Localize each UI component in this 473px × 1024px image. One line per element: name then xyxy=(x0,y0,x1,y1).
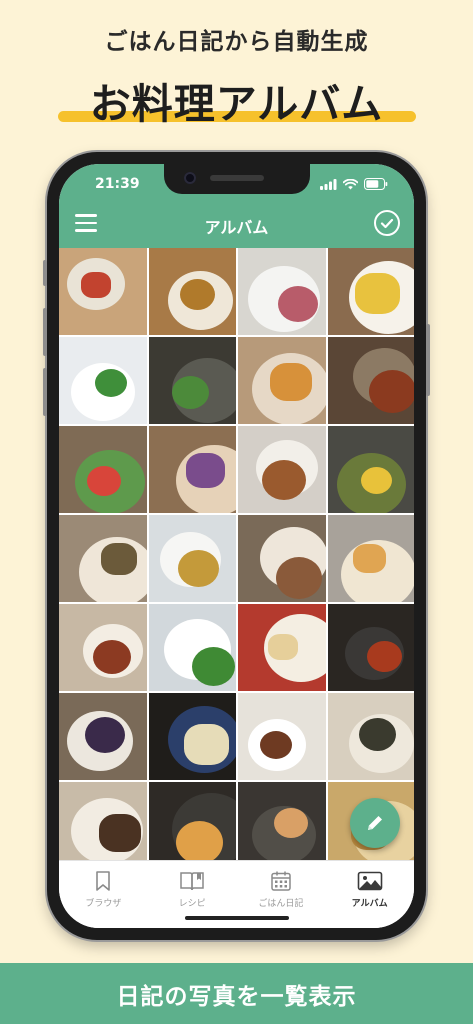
tab-diary-label: ごはん日記 xyxy=(258,899,304,909)
photo-food xyxy=(179,279,215,310)
album-photo[interactable] xyxy=(238,337,326,424)
album-photo[interactable] xyxy=(148,515,236,602)
album-photo[interactable] xyxy=(148,426,236,513)
photo-food xyxy=(95,369,127,397)
notch xyxy=(164,164,310,194)
photo-food xyxy=(368,370,414,413)
album-photo[interactable] xyxy=(59,693,147,780)
photo-food xyxy=(358,718,396,751)
album-photo[interactable] xyxy=(327,248,414,335)
signal-icon xyxy=(320,178,337,190)
wifi-icon xyxy=(343,178,358,189)
photo-food xyxy=(171,376,209,409)
tab-album-label: アルバム xyxy=(351,899,388,909)
promo-footer-band: 日記の写真を一覧表示 xyxy=(0,963,473,1024)
album-photo[interactable] xyxy=(238,604,326,691)
earpiece-speaker xyxy=(210,175,264,181)
photo-food xyxy=(260,731,292,759)
album-photo[interactable] xyxy=(327,337,414,424)
edit-button[interactable] xyxy=(350,798,400,848)
front-camera xyxy=(184,172,196,184)
photo-food xyxy=(87,466,121,496)
volume-down-button xyxy=(43,368,47,416)
album-photo[interactable] xyxy=(148,782,236,860)
home-indicator xyxy=(185,916,289,920)
album-photo[interactable] xyxy=(148,337,236,424)
album-photo[interactable] xyxy=(59,782,147,860)
album-photo[interactable] xyxy=(238,693,326,780)
album-photo[interactable] xyxy=(327,604,414,691)
silent-switch xyxy=(43,260,47,286)
tab-browser[interactable]: ブラウザ xyxy=(59,861,148,928)
calendar-icon xyxy=(271,871,291,891)
promo-title: お料理アルバム xyxy=(89,80,384,128)
photo-food xyxy=(191,647,235,686)
photo-food xyxy=(93,640,131,674)
photo-grid xyxy=(59,248,414,860)
album-photo[interactable] xyxy=(148,248,236,335)
app-screen: 21:39 アルバム ブラウザ レシピ ごはん日記 アルバム xyxy=(59,164,414,928)
photo-food xyxy=(276,557,322,599)
photo-food xyxy=(270,363,312,401)
tab-recipe-label: レシピ xyxy=(178,899,206,909)
album-photo[interactable] xyxy=(238,248,326,335)
photo-food xyxy=(99,814,141,852)
album-photo[interactable] xyxy=(59,248,147,335)
tab-album[interactable]: アルバム xyxy=(325,861,414,928)
power-button xyxy=(426,324,430,396)
album-photo[interactable] xyxy=(238,782,326,860)
album-photo[interactable] xyxy=(148,693,236,780)
tab-browser-label: ブラウザ xyxy=(85,899,122,909)
photo-food xyxy=(262,460,306,500)
album-photo[interactable] xyxy=(59,337,147,424)
promo-footer-text: 日記の写真を一覧表示 xyxy=(116,983,357,1010)
photo-food xyxy=(268,634,298,660)
photo-food xyxy=(81,272,111,298)
photo-food xyxy=(278,286,318,322)
photo-food xyxy=(183,724,229,765)
status-time: 21:39 xyxy=(95,176,140,192)
check-circle-icon[interactable] xyxy=(374,210,400,236)
album-photo[interactable] xyxy=(327,426,414,513)
status-icons xyxy=(320,178,388,190)
album-photo[interactable] xyxy=(59,426,147,513)
page-title: アルバム xyxy=(204,218,269,237)
album-photo[interactable] xyxy=(327,693,414,780)
photo-food xyxy=(366,641,402,672)
photo-food xyxy=(352,544,386,573)
album-photo[interactable] xyxy=(148,604,236,691)
photo-food xyxy=(175,821,223,860)
album-photo[interactable] xyxy=(238,426,326,513)
photo-food xyxy=(177,550,219,587)
bookmark-icon xyxy=(96,871,111,891)
album-photo[interactable] xyxy=(59,515,147,602)
photo-icon xyxy=(357,871,382,891)
photo-food xyxy=(360,467,392,494)
phone-frame: 21:39 アルバム ブラウザ レシピ ごはん日記 アルバム xyxy=(43,152,430,940)
pencil-icon xyxy=(368,816,382,830)
promo-subtitle: ごはん日記から自動生成 xyxy=(104,29,369,55)
photo-food xyxy=(274,808,308,838)
battery-icon xyxy=(364,178,388,190)
volume-up-button xyxy=(43,308,47,356)
photo-food xyxy=(101,543,137,575)
photo-food xyxy=(85,717,125,753)
album-photo[interactable] xyxy=(327,515,414,602)
album-photo[interactable] xyxy=(59,604,147,691)
album-photo[interactable] xyxy=(238,515,326,602)
book-icon xyxy=(180,872,204,891)
photo-food xyxy=(354,273,400,314)
photo-food xyxy=(185,453,225,488)
